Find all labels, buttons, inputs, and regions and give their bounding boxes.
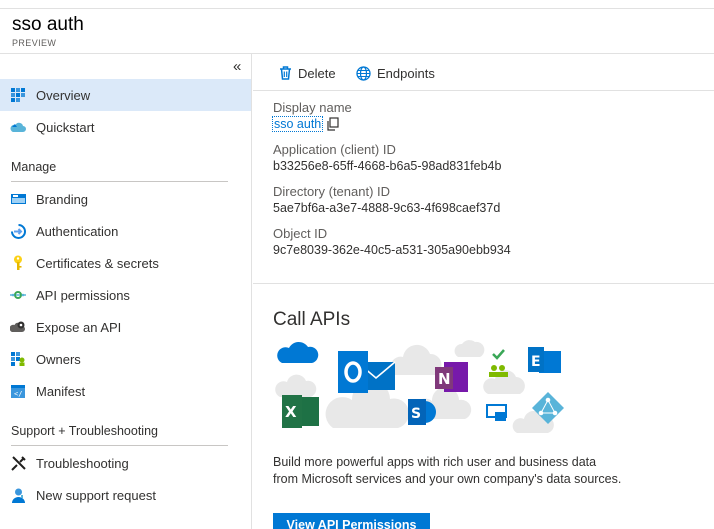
globe-icon [356,65,371,81]
page-subtitle: PREVIEW [12,38,57,48]
section-divider [253,283,714,284]
endpoints-button[interactable]: Endpoints [356,63,435,83]
svg-text:N: N [438,370,451,388]
page-title: sso auth [12,14,84,35]
sidebar-item-label: Overview [36,87,91,103]
object-id-label: Object ID [273,226,328,241]
sidebar-item-label: Troubleshooting [36,455,129,471]
sidebar-item-label: Certificates & secrets [36,255,159,271]
collapse-sidebar-button[interactable]: « [233,58,241,75]
view-api-permissions-button[interactable]: View API Permissions [273,513,430,529]
sidebar-item-certificates[interactable]: Certificates & secrets [0,247,251,279]
svg-text:</: </ [14,390,22,398]
key-icon [10,255,26,271]
section-divider [11,445,228,446]
call-apis-description: Build more powerful apps with rich user … [273,455,622,486]
display-name-value[interactable]: sso auth [271,116,324,132]
sidebar-item-owners[interactable]: Owners [0,343,251,375]
section-divider [11,181,228,182]
onedrive-icon [277,342,319,363]
section-title-manage: Manage [11,160,57,174]
delete-label: Delete [298,65,336,81]
branding-icon [10,191,26,207]
owners-icon [10,351,26,367]
toolbar-divider [253,90,714,91]
grid-icon [10,87,26,103]
sidebar-item-label: Quickstart [36,119,95,135]
cloud-decoration [275,374,317,397]
sidebar-item-expose-api[interactable]: Expose an API [0,311,251,343]
cloud-gear-icon [10,319,26,335]
sidebar-item-quickstart[interactable]: Quickstart [0,111,251,143]
sidebar-item-manifest[interactable]: </ Manifest [0,375,251,407]
sidebar-item-label: Branding [36,191,89,207]
devices-icon [486,404,507,421]
display-name-label: Display name [273,100,352,115]
sidebar-item-branding[interactable]: Branding [0,183,251,215]
sidebar-item-label: Expose an API [36,319,122,335]
sidebar-item-label: API permissions [36,287,130,303]
cloud-decoration [454,340,485,357]
tenant-id-label: Directory (tenant) ID [273,184,391,199]
authentication-icon [10,223,26,239]
top-border [0,8,714,9]
sidebar-item-label: Manifest [36,383,86,399]
sidebar-item-api-permissions[interactable]: API permissions [0,279,251,311]
people-check-icon [489,349,508,377]
trash-icon [279,66,292,80]
app-id-value: b33256e8-65ff-4668-b6a5-98ad831feb4b [273,159,502,173]
wrench-icon [10,455,26,471]
outlook-icon [338,351,396,393]
sidebar-item-label: Authentication [36,223,119,239]
copy-icon[interactable] [326,117,340,136]
display-name-link[interactable]: sso auth [271,116,324,132]
section-title-support: Support + Troubleshooting [11,424,158,438]
cloud-decoration [390,344,442,375]
api-permissions-icon [10,287,26,303]
api-services-illustration: N E X S [270,337,570,442]
svg-text:E: E [531,354,541,370]
sidebar-item-label: Owners [36,351,81,367]
exchange-icon: E [528,347,561,373]
support-person-icon [10,487,26,503]
endpoints-label: Endpoints [377,65,435,81]
delete-button[interactable]: Delete [279,63,336,83]
excel-icon: X [282,395,319,428]
manifest-icon: </ [10,383,26,399]
sidebar-item-overview[interactable]: Overview [0,79,251,111]
object-id-value: 9c7e8039-362e-40c5-a531-305a90ebb934 [273,243,511,257]
cloud-icon [10,119,26,135]
app-id-label: Application (client) ID [273,142,396,157]
call-apis-title: Call APIs [273,309,351,330]
tenant-id-value: 5ae7bf6a-a3e7-4888-9c63-4f698caef37d [273,201,501,215]
sidebar-item-label: New support request [36,487,156,503]
sidebar-item-new-support-request[interactable]: New support request [0,479,251,511]
svg-text:S: S [411,406,421,422]
sidebar-item-troubleshooting[interactable]: Troubleshooting [0,447,251,479]
sidebar-item-authentication[interactable]: Authentication [0,215,251,247]
svg-text:X: X [285,403,297,421]
